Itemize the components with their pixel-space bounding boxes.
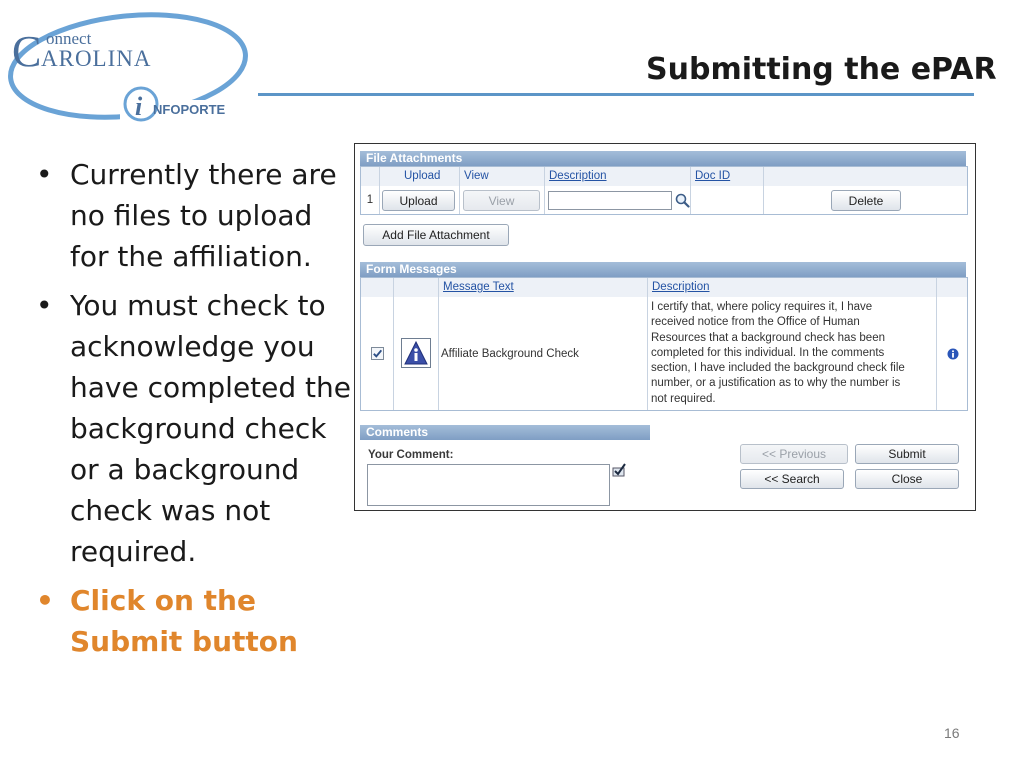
bullet-item: • Currently there are no files to upload … — [36, 154, 356, 277]
logo-infoporte-text: NFOPORTE — [153, 102, 226, 117]
description-line: Resources that a background check has be… — [651, 331, 885, 344]
epar-screenshot-panel: File Attachments Upload View Description… — [354, 143, 976, 511]
col-view-header: View — [460, 167, 545, 186]
acknowledge-checkbox[interactable] — [371, 347, 384, 360]
slide-title: Submitting the ePAR — [646, 52, 997, 87]
form-messages-grid: Message Text Description Affiliate Backg… — [360, 277, 968, 411]
description-line: completed for this individual. In the co… — [651, 346, 885, 359]
icon-col-header — [394, 278, 439, 297]
attachment-description-input[interactable] — [548, 191, 672, 210]
row-index-header — [361, 167, 380, 186]
file-attachments-grid: Upload View Description Doc ID 1 Upload … — [360, 166, 968, 215]
submit-button[interactable]: Submit — [855, 444, 959, 464]
checkbox-col-header — [361, 278, 394, 297]
bullet-glyph: • — [36, 289, 53, 322]
bullet-list: • Currently there are no files to upload … — [36, 154, 356, 670]
bullet-item: • You must check to acknowledge you have … — [36, 285, 356, 572]
spellcheck-icon[interactable] — [611, 462, 627, 478]
close-button[interactable]: Close — [855, 469, 959, 489]
bullet-item-highlight: • Click on the Submit button — [36, 580, 356, 662]
connect-carolina-infoporte-logo: C onnect AROLINA i NFOPORTE — [8, 12, 253, 124]
description-line: section, I have included the background … — [651, 362, 905, 375]
your-comment-label: Your Comment: — [368, 449, 454, 461]
col-description-header[interactable]: Description — [648, 278, 937, 297]
add-file-attachment-button[interactable]: Add File Attachment — [363, 224, 509, 246]
description-line: number, or a justification as to why the… — [651, 377, 901, 390]
col-description-header[interactable]: Description — [545, 167, 691, 186]
search-button[interactable]: << Search — [740, 469, 844, 489]
logo-c-letter: C — [12, 27, 41, 76]
file-attachments-header: File Attachments — [360, 151, 966, 166]
information-icon — [401, 338, 431, 368]
upload-button[interactable]: Upload — [382, 190, 455, 211]
form-messages-header: Form Messages — [360, 262, 966, 277]
comment-textarea[interactable] — [367, 464, 610, 506]
col-doc-id-header[interactable]: Doc ID — [691, 167, 764, 186]
page-number: 16 — [944, 725, 960, 741]
info-icon[interactable] — [947, 348, 959, 360]
info-col-header — [937, 278, 967, 297]
message-description: I certify that, where policy requires it… — [651, 300, 935, 407]
bullet-text: Click on the Submit button — [70, 584, 298, 658]
bullet-glyph: • — [36, 584, 54, 617]
col-message-text-header[interactable]: Message Text — [439, 278, 648, 297]
bullet-glyph: • — [36, 158, 53, 191]
lookup-search-icon[interactable] — [675, 193, 690, 208]
description-line: received notice from the Office of Human — [651, 316, 860, 329]
description-line: I certify that, where policy requires it… — [651, 301, 873, 313]
title-divider — [258, 93, 974, 96]
col-upload-header: Upload — [380, 167, 460, 186]
bullet-text: Currently there are no files to upload f… — [70, 158, 337, 273]
description-line: not required. — [651, 392, 716, 405]
logo-i-letter: i — [135, 92, 143, 121]
col-delete-header — [764, 167, 967, 186]
bullet-text: You must check to acknowledge you have c… — [70, 289, 352, 568]
row-index: 1 — [361, 186, 380, 214]
col-upload-label: Upload — [404, 170, 441, 182]
message-text: Affiliate Background Check — [441, 348, 579, 360]
doc-id-cell — [691, 186, 764, 214]
previous-button[interactable]: << Previous — [740, 444, 848, 464]
delete-button[interactable]: Delete — [831, 190, 901, 211]
view-button[interactable]: View — [463, 190, 540, 211]
comments-header: Comments — [360, 425, 650, 440]
logo-carolina-text: AROLINA — [41, 46, 152, 71]
